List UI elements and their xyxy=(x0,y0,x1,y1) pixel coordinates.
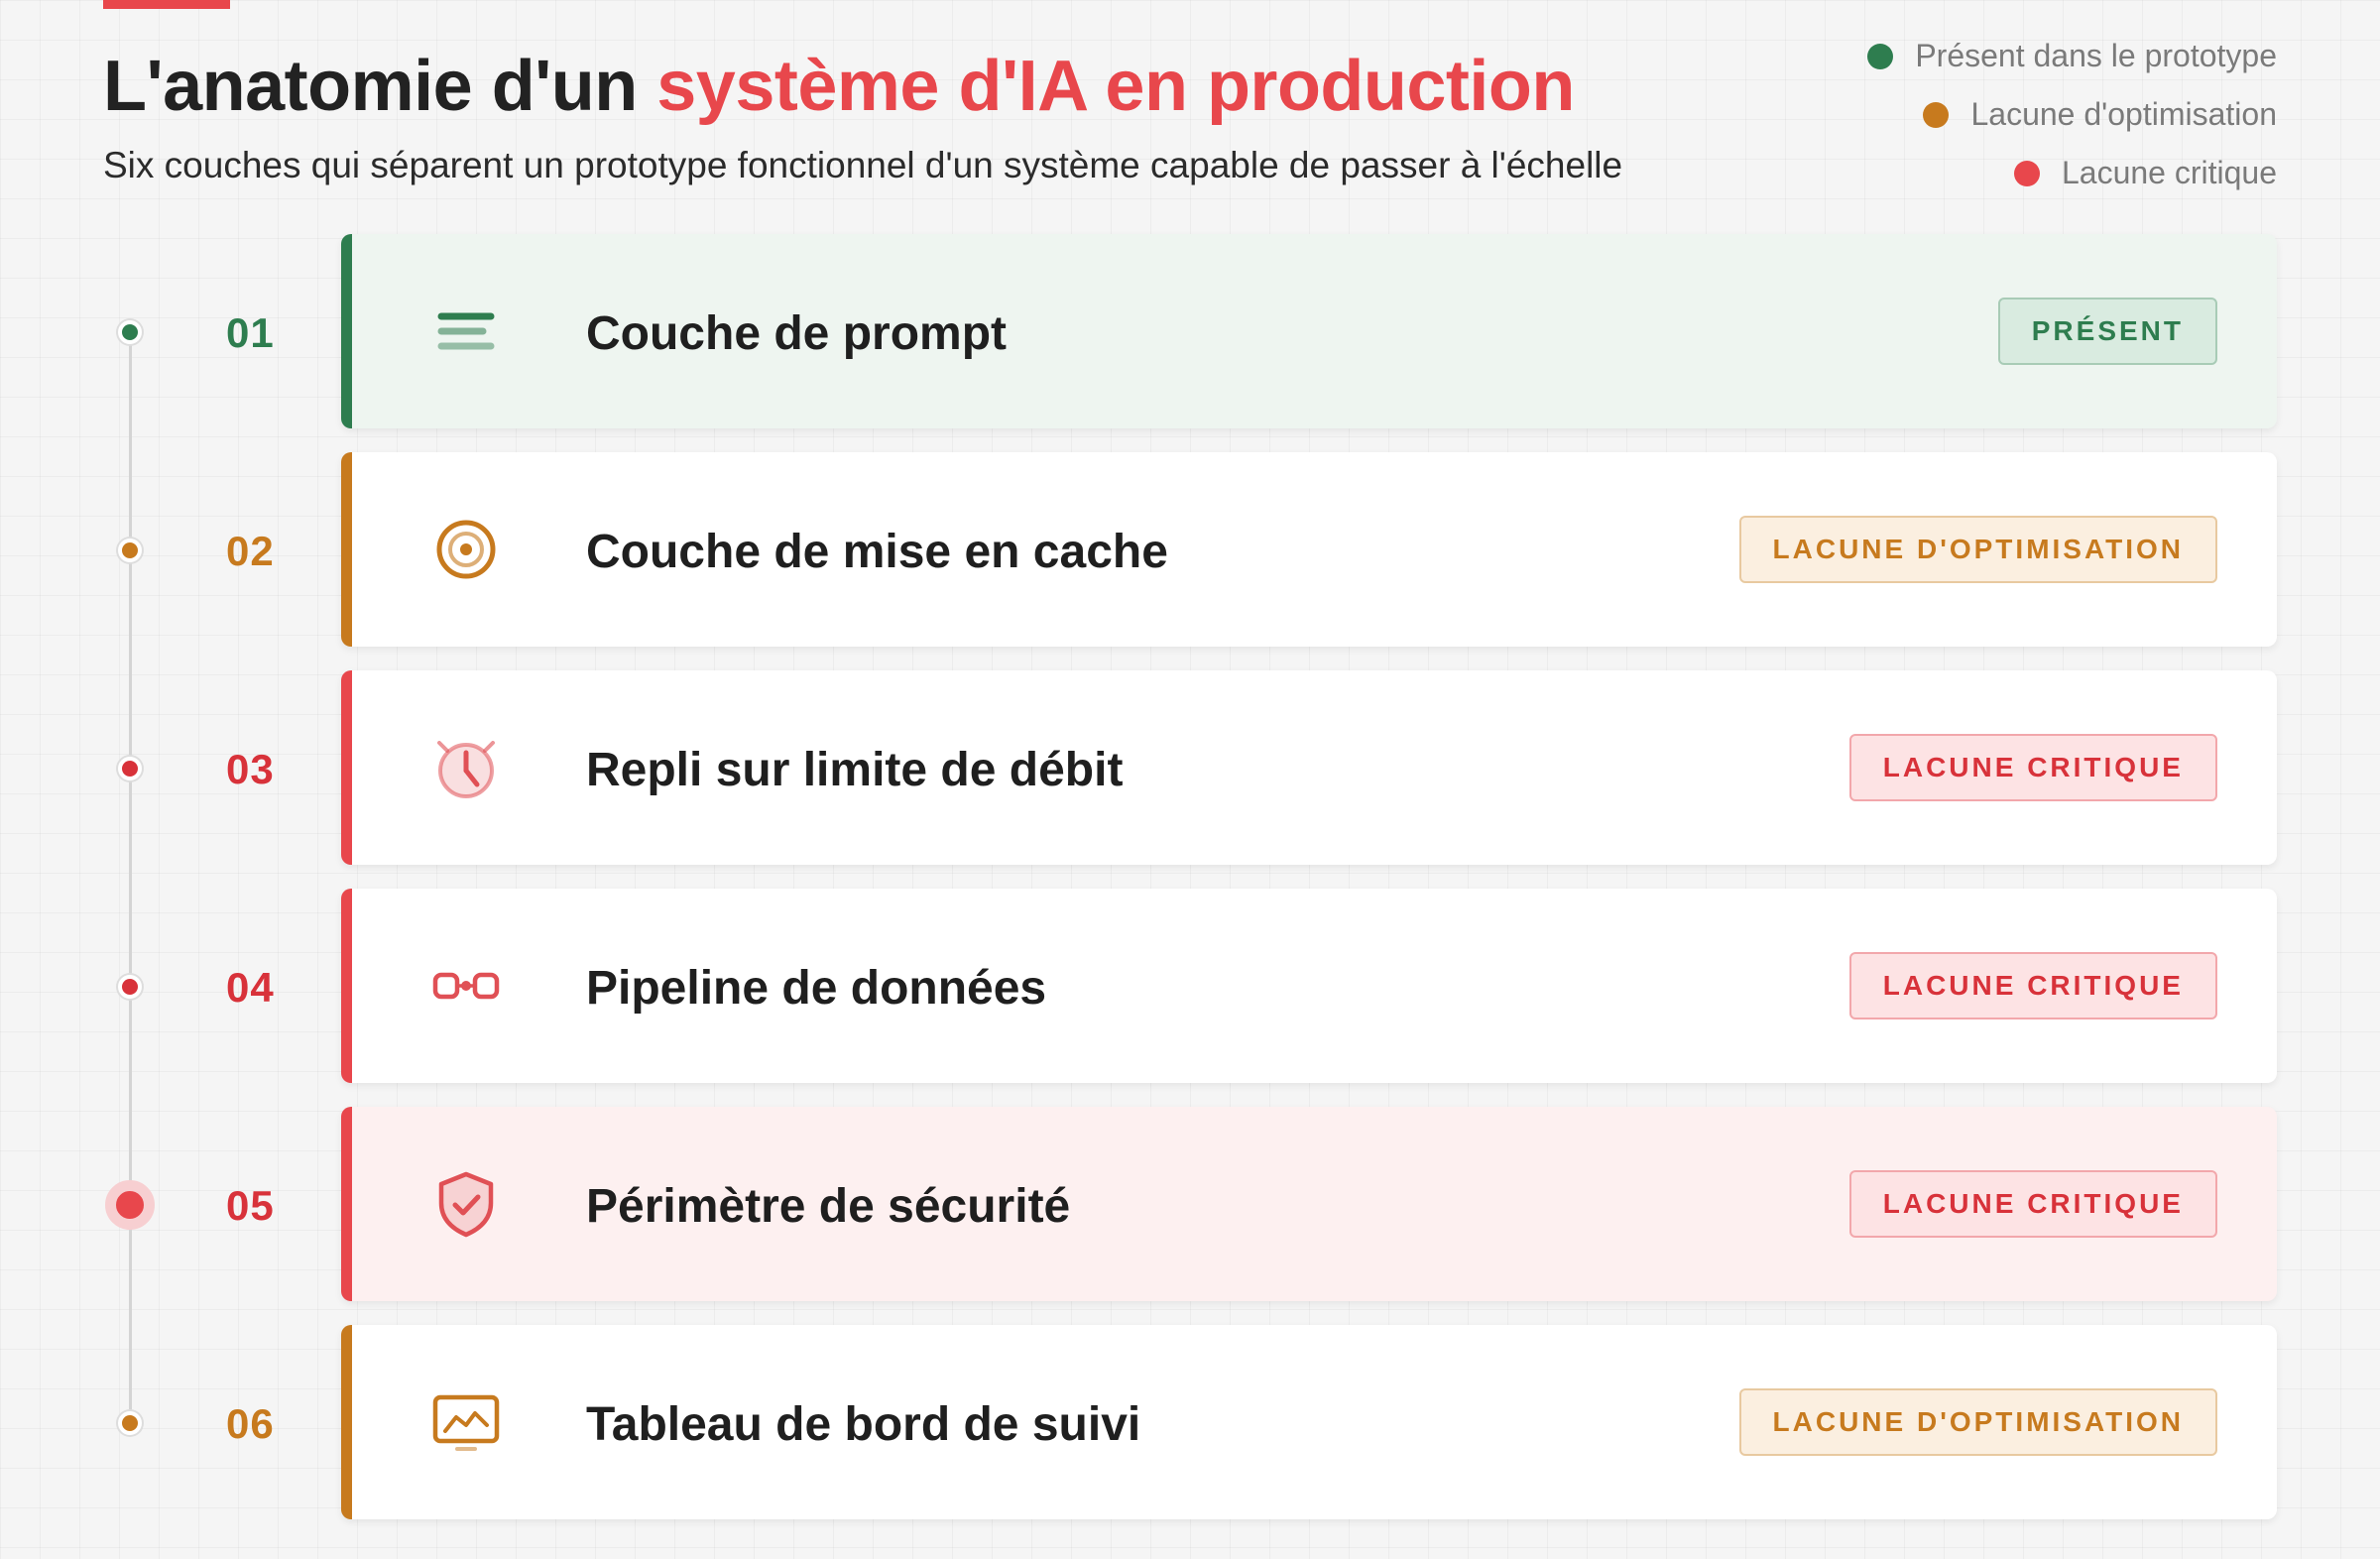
legend-item-present: Présent dans le prototype xyxy=(1867,38,2277,74)
legend-dot-critical xyxy=(2013,160,2040,186)
layer-row: 04 Pipeline de données LACUNE CRITIQUE xyxy=(0,889,2380,1083)
layer-row: 01 Couche de prompt PRÉSENT xyxy=(0,234,2380,428)
text-lines-icon xyxy=(431,297,501,366)
title-prefix: L'anatomie d'un xyxy=(103,47,657,126)
timeline-dot xyxy=(118,975,142,999)
status-badge: LACUNE CRITIQUE xyxy=(1848,734,2217,801)
timeline-dot xyxy=(118,757,142,780)
status-badge: LACUNE D'OPTIMISATION xyxy=(1738,516,2217,583)
layer-title: Couche de prompt xyxy=(586,307,1008,360)
page-title: L'anatomie d'un système d'IA en producti… xyxy=(103,46,1575,127)
accent-bar xyxy=(103,0,230,9)
target-icon xyxy=(431,515,501,584)
layer-title: Repli sur limite de débit xyxy=(586,744,1124,796)
alarm-clock-icon xyxy=(431,733,501,802)
layer-row: 02 Couche de mise en cache LACUNE D'OPTI… xyxy=(0,452,2380,647)
legend-label-present: Présent dans le prototype xyxy=(1915,38,2277,73)
shield-check-icon xyxy=(431,1169,501,1239)
pipeline-icon xyxy=(431,951,501,1020)
layer-row: 05 Périmètre de sécurité LACUNE CRITIQUE xyxy=(0,1107,2380,1301)
layer-number: 05 xyxy=(226,1182,275,1229)
layer-row: 03 Repli sur limite de débit LACUNE CRIT… xyxy=(0,670,2380,865)
layer-card[interactable]: Périmètre de sécurité LACUNE CRITIQUE xyxy=(341,1107,2277,1301)
page-subtitle: Six couches qui séparent un prototype fo… xyxy=(103,145,1623,185)
layer-number: 03 xyxy=(226,746,275,792)
layer-number: 06 xyxy=(226,1400,275,1447)
legend-item-critical: Lacune critique xyxy=(2013,155,2277,191)
layer-card[interactable]: Couche de prompt PRÉSENT xyxy=(341,234,2277,428)
monitor-chart-icon xyxy=(431,1387,501,1457)
layer-card[interactable]: Repli sur limite de débit LACUNE CRITIQU… xyxy=(341,670,2277,865)
legend-dot-present xyxy=(1867,43,1894,69)
status-badge: LACUNE CRITIQUE xyxy=(1848,1170,2217,1238)
layer-number: 01 xyxy=(226,309,275,356)
layer-title: Pipeline de données xyxy=(586,962,1047,1015)
layer-card[interactable]: Couche de mise en cache LACUNE D'OPTIMIS… xyxy=(341,452,2277,647)
status-badge: PRÉSENT xyxy=(1997,298,2217,365)
timeline-dot xyxy=(118,1411,142,1435)
legend-item-optimization: Lacune d'optimisation xyxy=(1923,96,2277,133)
status-badge: LACUNE CRITIQUE xyxy=(1848,952,2217,1019)
legend-dot-optimization xyxy=(1923,101,1950,128)
layer-card[interactable]: Tableau de bord de suivi LACUNE D'OPTIMI… xyxy=(341,1325,2277,1519)
timeline-dot xyxy=(105,1180,155,1230)
timeline-dot xyxy=(118,320,142,344)
title-highlight: système d'IA en production xyxy=(656,47,1575,126)
layer-title: Tableau de bord de suivi xyxy=(586,1398,1141,1451)
status-badge: LACUNE D'OPTIMISATION xyxy=(1738,1388,2217,1456)
legend: Présent dans le prototype Lacune d'optim… xyxy=(1867,38,2277,191)
layer-title: Périmètre de sécurité xyxy=(586,1180,1071,1233)
legend-label-optimization: Lacune d'optimisation xyxy=(1970,96,2277,132)
layer-row: 06 Tableau de bord de suivi LACUNE D'OPT… xyxy=(0,1325,2380,1519)
timeline-dot xyxy=(118,539,142,562)
layer-card[interactable]: Pipeline de données LACUNE CRITIQUE xyxy=(341,889,2277,1083)
layer-title: Couche de mise en cache xyxy=(586,526,1168,578)
layer-number: 04 xyxy=(226,964,275,1011)
legend-label-critical: Lacune critique xyxy=(2061,155,2277,190)
layer-number: 02 xyxy=(226,528,275,574)
